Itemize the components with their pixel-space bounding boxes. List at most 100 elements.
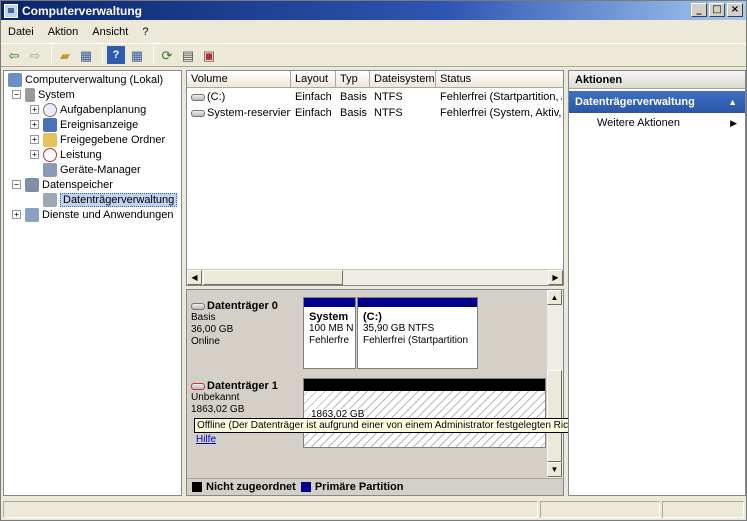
- disk0-state: Online: [191, 336, 220, 347]
- collapse-icon[interactable]: −: [12, 90, 21, 99]
- actions-section-datentraegerverwaltung[interactable]: Datenträgerverwaltung ▲: [569, 91, 745, 113]
- forward-arrow-icon[interactable]: ⇨: [26, 46, 44, 64]
- scroll-up-icon[interactable]: ▲: [547, 290, 562, 305]
- partition-c[interactable]: (C:) 35,90 GB NTFS Fehlerfrei (Startpart…: [357, 297, 478, 369]
- tree-item-dienste[interactable]: + Dienste und Anwendungen: [12, 207, 174, 222]
- volume-list-header: Volume Layout Typ Dateisystem Status: [187, 71, 563, 88]
- expand-icon[interactable]: +: [30, 120, 39, 129]
- scroll-thumb[interactable]: [203, 270, 343, 285]
- help-icon[interactable]: ?: [107, 46, 125, 64]
- collapse-icon[interactable]: −: [12, 180, 21, 189]
- tree-label: Datenträgerverwaltung: [60, 192, 178, 207]
- refresh-icon[interactable]: ⟳: [158, 46, 176, 64]
- maximize-button[interactable]: □: [709, 3, 725, 17]
- expand-icon[interactable]: +: [30, 105, 39, 114]
- column-header-layout[interactable]: Layout: [291, 71, 336, 87]
- status-panel-2: [540, 501, 660, 518]
- table-row[interactable]: System-reserviert Einfach Basis NTFS Feh…: [187, 105, 562, 121]
- tree-item-leistung[interactable]: + Leistung: [30, 147, 102, 162]
- tree-item-system[interactable]: − System: [12, 87, 75, 102]
- partition-size: 100 MB N: [309, 323, 354, 334]
- partition-unallocated[interactable]: 1863,02 GB: [303, 378, 546, 448]
- partition-header-bar: [304, 298, 355, 307]
- properties-icon[interactable]: ▤: [179, 46, 197, 64]
- submenu-arrow-icon: ▶: [730, 118, 737, 128]
- partition-title: System: [309, 311, 349, 323]
- tree-item-freigegebene-ordner[interactable]: + Freigegebene Ordner: [30, 132, 165, 147]
- tree-item-ereignisanzeige[interactable]: + Ereignisanzeige: [30, 117, 138, 132]
- cell-layout: Einfach: [295, 91, 332, 103]
- tree-item-datentraegerverwaltung[interactable]: Datenträgerverwaltung: [43, 192, 178, 207]
- tree-item-geraete-manager[interactable]: Geräte-Manager: [43, 162, 141, 177]
- column-header-dateisystem[interactable]: Dateisystem: [370, 71, 436, 87]
- scroll-left-icon[interactable]: ◀: [187, 270, 202, 285]
- legend-primary: Primäre Partition: [314, 481, 404, 493]
- tree-item-aufgabenplanung[interactable]: + Aufgabenplanung: [30, 102, 146, 117]
- disk0-type: Basis: [191, 312, 216, 323]
- cell-dateisystem: NTFS: [374, 107, 403, 119]
- menu-help[interactable]: ?: [135, 26, 155, 38]
- disk0-info[interactable]: Datenträger 0 Basis 36,00 GB Online: [191, 300, 301, 348]
- up-folder-icon[interactable]: ▰: [56, 46, 74, 64]
- close-button[interactable]: ×: [727, 3, 743, 17]
- legend-unallocated: Nicht zugeordnet: [206, 481, 296, 493]
- disk1-name: Datenträger 1: [207, 380, 278, 392]
- column-header-status[interactable]: Status: [436, 71, 563, 87]
- menu-ansicht[interactable]: Ansicht: [85, 26, 135, 38]
- collapse-caret-icon[interactable]: ▲: [728, 91, 737, 113]
- partition-size: 35,90 GB NTFS: [363, 323, 435, 334]
- column-header-typ[interactable]: Typ: [336, 71, 370, 87]
- menu-bar: Datei Aktion Ansicht ?: [1, 22, 746, 42]
- cell-typ: Basis: [340, 107, 367, 119]
- disk-management-icon: [43, 192, 57, 207]
- settings-icon[interactable]: ▣: [200, 46, 218, 64]
- expand-icon[interactable]: +: [30, 135, 39, 144]
- cell-volume: System-reserviert: [187, 105, 291, 121]
- scroll-right-icon[interactable]: ▶: [548, 270, 563, 285]
- disk0-name: Datenträger 0: [207, 300, 278, 312]
- status-panel-3: [662, 501, 744, 518]
- disk1-type: Unbekannt: [191, 392, 240, 403]
- partition-status: Fehlerfre: [309, 335, 350, 346]
- main-window: Computerverwaltung _ □ × Datei Aktion An…: [0, 0, 747, 521]
- partition-title: (C:): [363, 311, 382, 323]
- tree-item-root[interactable]: Computerverwaltung (Lokal): [8, 72, 163, 87]
- vertical-scrollbar[interactable]: ▲ ▼: [547, 290, 563, 478]
- action-weitere-aktionen[interactable]: Weitere Aktionen ▶: [569, 113, 745, 133]
- menu-aktion[interactable]: Aktion: [41, 26, 86, 38]
- show-hide-tree-icon[interactable]: ▦: [77, 46, 95, 64]
- legend: Nicht zugeordnet Primäre Partition: [187, 478, 563, 495]
- tree-label: Computerverwaltung (Lokal): [25, 73, 164, 86]
- offline-tooltip: Offline (Der Datenträger ist aufgrund ei…: [194, 418, 633, 433]
- scroll-down-icon[interactable]: ▼: [547, 462, 562, 477]
- table-row[interactable]: (C:) Einfach Basis NTFS Fehlerfrei (Star…: [187, 89, 562, 105]
- help-link[interactable]: Hilfe: [196, 434, 216, 445]
- expand-icon[interactable]: +: [12, 210, 21, 219]
- disk-layout-area: Datenträger 0 Basis 36,00 GB Online Syst…: [187, 290, 548, 478]
- services-icon: [25, 207, 39, 222]
- tree-label: Ereignisanzeige: [60, 118, 139, 131]
- cell-typ: Basis: [340, 91, 367, 103]
- scroll-thumb[interactable]: [547, 370, 562, 462]
- toolbar-separator: [51, 46, 52, 64]
- minimize-button[interactable]: _: [691, 3, 707, 17]
- horizontal-scrollbar[interactable]: ◀ ▶: [187, 269, 563, 285]
- tree-item-datenspeicher[interactable]: − Datenspeicher: [12, 177, 113, 192]
- expand-icon[interactable]: +: [30, 150, 39, 159]
- drive-icon: [191, 109, 205, 117]
- disk1-info[interactable]: Datenträger 1 Unbekannt 1863,02 GB: [191, 380, 301, 416]
- partition-system-reserved[interactable]: System 100 MB N Fehlerfre: [303, 297, 356, 369]
- tree-label: Aufgabenplanung: [60, 103, 147, 116]
- action-pane-icon[interactable]: ▦: [128, 46, 146, 64]
- computer-management-icon: [4, 3, 18, 18]
- cell-layout: Einfach: [295, 107, 332, 119]
- column-header-volume[interactable]: Volume: [187, 71, 291, 87]
- event-viewer-icon: [43, 117, 57, 132]
- device-manager-icon: [43, 162, 57, 177]
- legend-swatch-unallocated: [192, 482, 202, 492]
- partition-status: Fehlerfrei (Startpartition: [363, 335, 469, 346]
- title-bar: Computerverwaltung _ □ ×: [1, 1, 746, 20]
- back-arrow-icon[interactable]: ⇦: [5, 46, 23, 64]
- menu-datei[interactable]: Datei: [1, 26, 41, 38]
- performance-icon: [43, 147, 57, 162]
